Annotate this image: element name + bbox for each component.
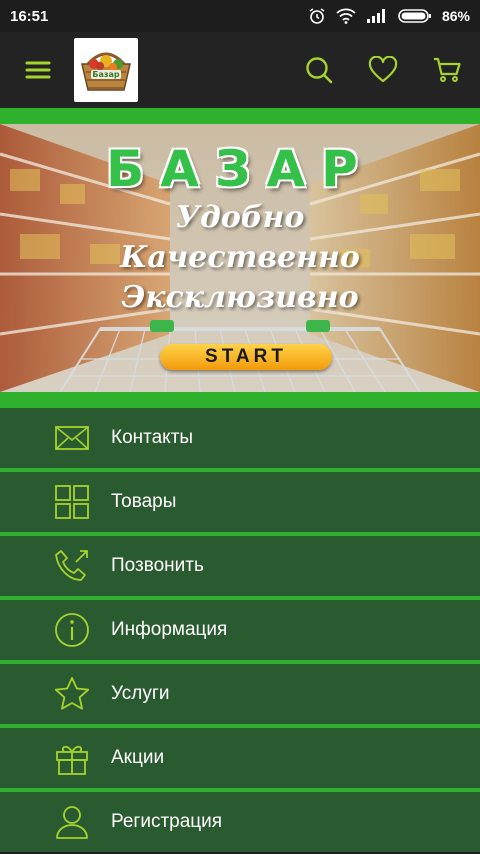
menu-item-label: Акции	[111, 747, 165, 768]
alarm-icon	[308, 7, 326, 25]
hamburger-icon	[25, 61, 51, 79]
signal-icon	[366, 8, 388, 24]
grid-icon	[54, 484, 90, 520]
menu-item-registration[interactable]: Регистрация	[0, 792, 480, 852]
banner-line-1: Удобно	[175, 200, 305, 235]
menu-item-products[interactable]: Товары	[0, 472, 480, 532]
banner-title: БАЗАР	[106, 140, 374, 198]
menu-item-promotions[interactable]: Акции	[0, 728, 480, 788]
menu-item-services[interactable]: Услуги	[0, 664, 480, 724]
wifi-icon	[336, 8, 356, 24]
menu-item-contacts[interactable]: Контакты	[0, 408, 480, 468]
menu-item-label: Контакты	[111, 427, 194, 448]
menu-item-label: Товары	[111, 491, 177, 512]
status-icons: 86%	[308, 7, 470, 25]
basket-logo-icon: Базар	[81, 52, 131, 91]
favorites-button[interactable]	[368, 56, 398, 84]
battery-icon	[398, 8, 432, 24]
mail-icon	[54, 420, 90, 456]
phone-icon	[54, 548, 90, 584]
star-icon	[54, 676, 90, 712]
banner-line-2: Качественно	[120, 240, 360, 275]
menu-item-label: Регистрация	[111, 811, 223, 832]
search-button[interactable]	[304, 55, 334, 85]
search-icon	[306, 57, 333, 84]
menu-item-label: Услуги	[111, 683, 170, 704]
gift-icon	[54, 740, 90, 776]
battery-percent: 86%	[441, 8, 470, 24]
menu-item-label: Позвонить	[111, 555, 204, 576]
cart-icon	[434, 57, 461, 82]
menu-item-info[interactable]: Информация	[0, 600, 480, 660]
user-icon	[54, 804, 90, 840]
status-bar: 16:51 86%	[0, 0, 480, 32]
app-bar: Базар	[0, 32, 480, 108]
hamburger-menu-button[interactable]	[22, 54, 54, 86]
menu-item-label: Информация	[111, 619, 228, 640]
banner-line-3: Эксклюзивно	[121, 280, 359, 315]
status-time: 16:51	[10, 7, 49, 25]
menu-item-call[interactable]: Позвонить	[0, 536, 480, 596]
top-accent-strip	[0, 108, 480, 124]
app-logo[interactable]: Базар	[74, 38, 138, 102]
menu-top-strip	[0, 392, 480, 408]
cart-button[interactable]	[432, 56, 462, 84]
heart-icon	[368, 56, 398, 83]
app-actions	[304, 55, 462, 85]
info-icon	[54, 612, 90, 648]
start-button[interactable]: START	[160, 344, 332, 370]
logo-text: Базар	[92, 70, 120, 79]
